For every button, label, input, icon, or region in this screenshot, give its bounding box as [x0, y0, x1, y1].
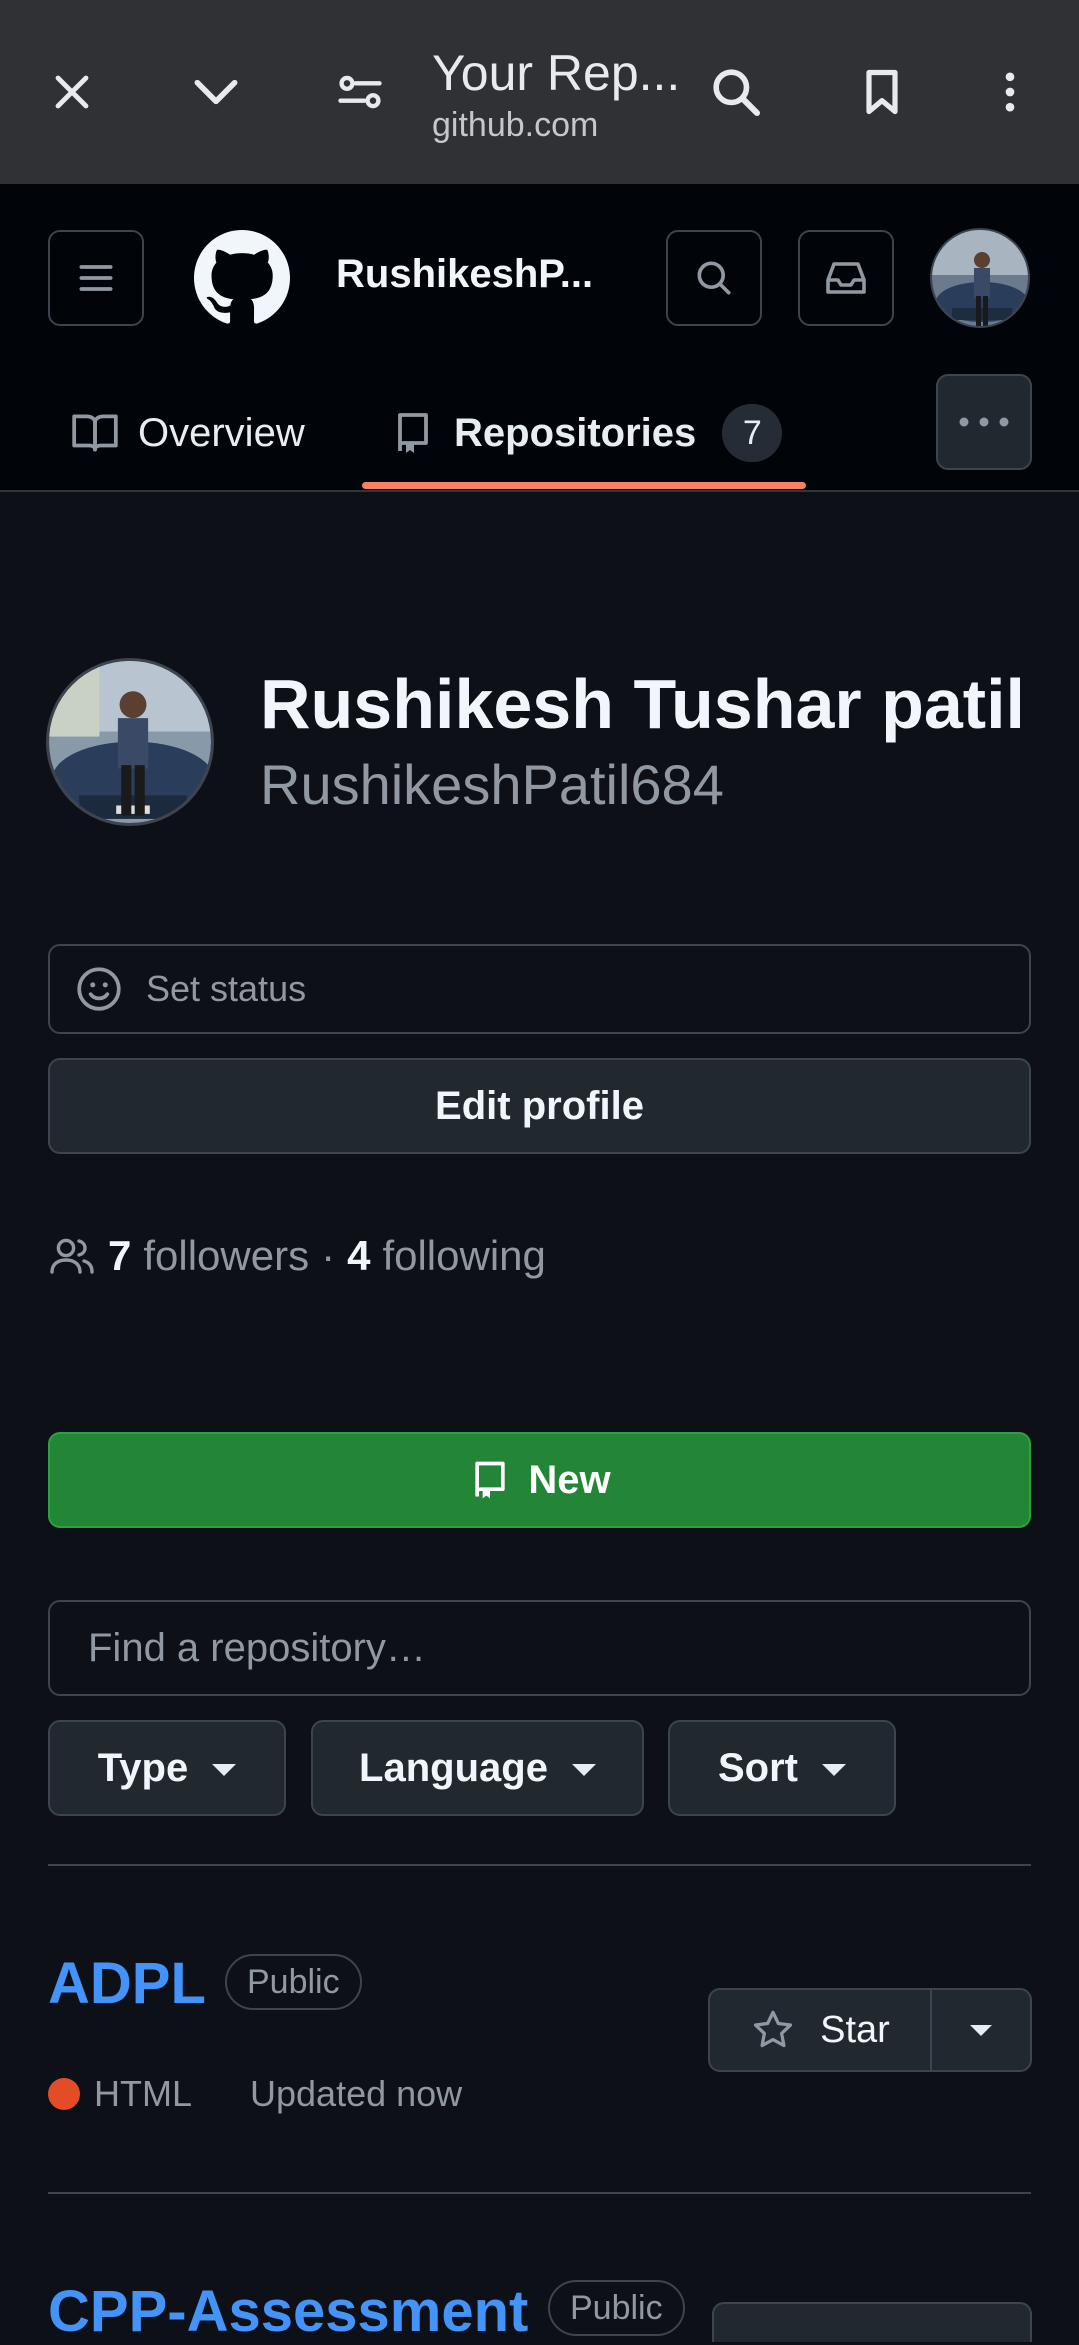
- star-icon: [754, 2010, 793, 2048]
- tab-overview[interactable]: Overview: [70, 374, 305, 492]
- kebab-horizontal-icon: [959, 417, 1009, 427]
- follow-stats: 7 followers · 4 following: [48, 1226, 546, 1286]
- type-filter-button[interactable]: Type: [48, 1720, 286, 1816]
- sort-filter-button[interactable]: Sort: [668, 1720, 896, 1816]
- smiley-icon: [77, 967, 121, 1011]
- followers-label: followers: [143, 1232, 310, 1279]
- repo-name-link[interactable]: CPP-Assessment: [48, 2278, 528, 2345]
- follow-separator: ·: [321, 1232, 336, 1279]
- new-button-label: New: [528, 1457, 611, 1502]
- menu-button[interactable]: [48, 230, 144, 326]
- close-icon[interactable]: [32, 52, 112, 132]
- caret-down-icon: [822, 1764, 846, 1776]
- repo-icon: [398, 413, 428, 453]
- repo-count-badge: 7: [722, 404, 783, 462]
- profile-tabs: Overview Repositories 7: [0, 374, 1079, 492]
- sort-filter-label: Sort: [718, 1745, 798, 1790]
- bookmark-icon[interactable]: [842, 52, 922, 132]
- followers-count: 7: [108, 1232, 132, 1279]
- followers-link[interactable]: 7 followers: [108, 1232, 309, 1280]
- avatar[interactable]: [930, 228, 1030, 328]
- type-filter-label: Type: [97, 1745, 189, 1790]
- browser-title-area[interactable]: Your Rep... github.com: [432, 44, 682, 145]
- header-search-button[interactable]: [666, 230, 762, 326]
- following-label: following: [382, 1232, 546, 1279]
- language-filter-button[interactable]: Language: [311, 1720, 644, 1816]
- star-label: Star: [820, 2008, 890, 2051]
- hamburger-icon: [79, 265, 113, 291]
- browser-toolbar: Your Rep... github.com: [0, 0, 1079, 184]
- new-repository-button[interactable]: New: [48, 1432, 1031, 1528]
- caret-down-icon: [571, 1764, 596, 1776]
- list-divider: [48, 1864, 1031, 1866]
- list-divider: [48, 2192, 1031, 2194]
- github-header: RushikeshP... Overview Repositories 7: [0, 184, 1079, 492]
- more-tabs-button[interactable]: [936, 374, 1032, 470]
- following-link[interactable]: 4 following: [347, 1232, 546, 1280]
- inbox-icon: [826, 262, 866, 294]
- visibility-badge: Public: [225, 1954, 362, 2010]
- language-color-dot: [48, 2078, 80, 2110]
- profile-full-name: Rushikesh Tushar patil: [260, 665, 1025, 743]
- site-settings-icon[interactable]: [320, 52, 400, 132]
- set-status-button[interactable]: Set status: [48, 944, 1031, 1034]
- chevron-down-icon[interactable]: [176, 52, 256, 132]
- profile-login: RushikeshPatil684: [260, 753, 724, 816]
- people-icon: [50, 1238, 94, 1274]
- star-button[interactable]: Star: [710, 1990, 932, 2070]
- caret-down-icon: [970, 2024, 992, 2036]
- edit-profile-button[interactable]: Edit profile: [48, 1058, 1031, 1154]
- browser-page-title: Your Rep...: [432, 45, 681, 101]
- language-filter-label: Language: [359, 1745, 548, 1790]
- profile-avatar[interactable]: [46, 658, 214, 826]
- active-tab-underline: [362, 482, 806, 489]
- tab-overview-label: Overview: [138, 410, 305, 455]
- set-status-label: Set status: [146, 968, 307, 1009]
- star-button-group: Star: [708, 1988, 1032, 2072]
- caret-down-icon: [212, 1764, 237, 1776]
- github-logo-icon[interactable]: [194, 230, 290, 326]
- visibility-badge: Public: [548, 2280, 685, 2336]
- repo-language: HTML: [94, 2073, 192, 2114]
- repo-name-link[interactable]: ADPL: [48, 1950, 206, 2017]
- book-icon: [72, 414, 118, 452]
- search-icon: [697, 261, 731, 295]
- star-lists-dropdown[interactable]: [932, 1990, 1030, 2070]
- star-button-group[interactable]: [712, 2302, 1032, 2342]
- more-vert-icon[interactable]: [970, 52, 1050, 132]
- edit-profile-label: Edit profile: [435, 1083, 644, 1128]
- following-count: 4: [347, 1232, 371, 1279]
- tab-repositories-label: Repositories: [454, 410, 697, 455]
- repo-icon: [475, 1461, 506, 1499]
- tab-repositories[interactable]: Repositories 7: [388, 374, 783, 492]
- repo-meta: HTML Updated now: [48, 2070, 462, 2118]
- find-repository-input[interactable]: [48, 1600, 1031, 1696]
- inbox-button[interactable]: [798, 230, 894, 326]
- header-username[interactable]: RushikeshP...: [336, 252, 593, 297]
- repo-updated: Updated now: [250, 2073, 463, 2114]
- search-icon[interactable]: [696, 52, 776, 132]
- browser-url: github.com: [432, 106, 599, 144]
